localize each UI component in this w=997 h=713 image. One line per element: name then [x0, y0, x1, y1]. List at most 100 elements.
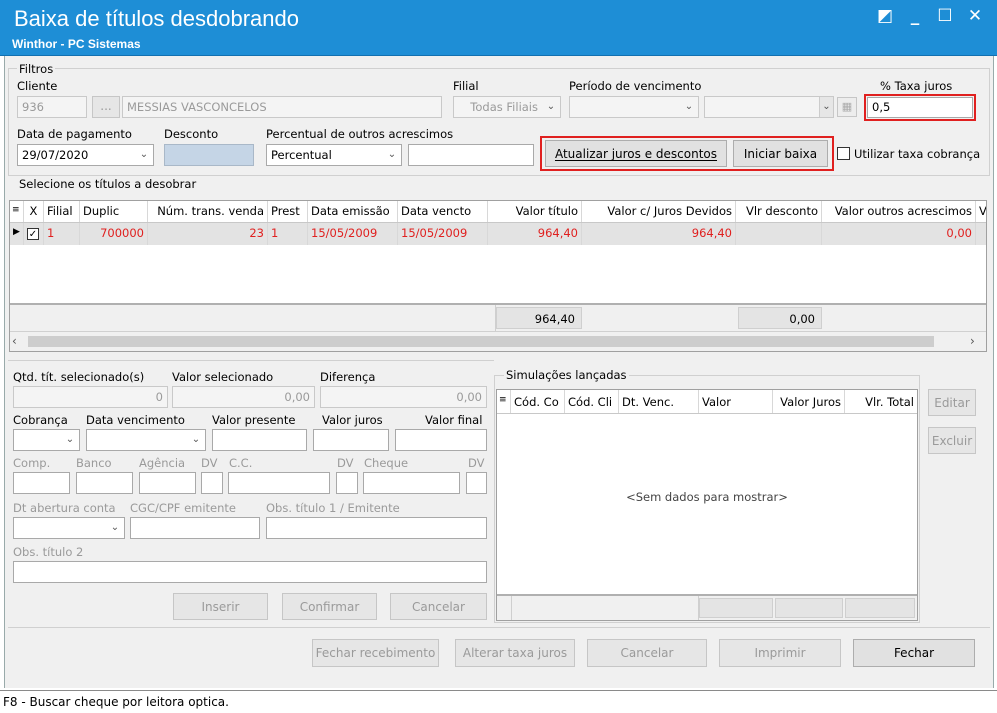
- dv2-field[interactable]: [336, 472, 358, 494]
- cancelar-button[interactable]: Cancelar: [587, 639, 707, 667]
- cc-field[interactable]: [228, 472, 330, 494]
- simulacoes-grid-header: ≡ Cód. Co Cód. Cli Dt. Venc. Valor Valor…: [497, 390, 917, 414]
- cancelar-detail-button[interactable]: Cancelar: [390, 593, 487, 620]
- diferenca-field[interactable]: 0,00: [320, 386, 487, 408]
- minimize-button[interactable]: _: [900, 6, 930, 26]
- status-bar: F8 - Buscar cheque por leitora optica.: [0, 690, 997, 713]
- maximize-button[interactable]: ☐: [930, 6, 960, 26]
- obs1-field[interactable]: [266, 517, 487, 539]
- horizontal-scrollbar[interactable]: ‹ ›: [10, 331, 986, 351]
- footer-cell: [775, 598, 843, 618]
- col-vlr-desconto[interactable]: Vlr desconto: [736, 201, 822, 222]
- valor-juros-label: Valor juros: [322, 413, 383, 427]
- row-checkbox[interactable]: ✓: [24, 223, 44, 245]
- dv-field[interactable]: [201, 472, 223, 494]
- table-row[interactable]: ▶ ✓ 1 700000 23 1 15/05/2009 15/05/2009 …: [10, 223, 986, 245]
- atualizar-juros-button[interactable]: Atualizar juros e descontos: [545, 140, 727, 167]
- col-duplic[interactable]: Duplic: [80, 201, 148, 222]
- cliente-name-field[interactable]: MESSIAS VASCONCELOS: [122, 96, 442, 118]
- iniciar-baixa-button[interactable]: Iniciar baixa: [733, 140, 828, 167]
- col-vlr-total[interactable]: Vlr. Total: [845, 390, 917, 413]
- footer-total-desconto: 0,00: [738, 307, 822, 329]
- dv2-label: DV: [337, 456, 354, 470]
- titulos-grid-footer: 964,40 0,00: [10, 303, 986, 331]
- col-cod-cli[interactable]: Cód. Cli: [565, 390, 619, 413]
- desconto-label: Desconto: [164, 127, 219, 141]
- agencia-field[interactable]: [139, 472, 196, 494]
- restore-icon[interactable]: ◩: [870, 6, 900, 26]
- valor-final-field[interactable]: [395, 429, 487, 451]
- col-num-trans[interactable]: Núm. trans. venda: [148, 201, 268, 222]
- scrollbar-thumb[interactable]: [28, 336, 934, 347]
- titulos-group-label: Selecione os títulos a desobrar: [17, 177, 199, 191]
- cgc-label: CGC/CPF emitente: [130, 501, 237, 515]
- col-valor[interactable]: Valor: [699, 390, 773, 413]
- col-valor-juros[interactable]: Valor c/ Juros Devidos: [582, 201, 736, 222]
- col-valor-outros[interactable]: Valor outros acrescimos: [822, 201, 976, 222]
- valor-presente-field[interactable]: [212, 429, 307, 451]
- col-dt-venc[interactable]: Dt. Venc.: [619, 390, 699, 413]
- banco-field[interactable]: [76, 472, 133, 494]
- row-indicator-icon: ▶: [10, 223, 24, 245]
- col-data-vencto[interactable]: Data vencto: [398, 201, 488, 222]
- col-valor-juros-sim[interactable]: Valor Juros: [773, 390, 845, 413]
- obs2-field[interactable]: [13, 561, 487, 583]
- valor-presente-label: Valor presente: [212, 413, 296, 427]
- data-pagamento-field[interactable]: 29/07/2020 ⌄: [17, 144, 154, 166]
- fechar-button[interactable]: Fechar: [853, 639, 975, 667]
- valor-sel-field[interactable]: 0,00: [172, 386, 315, 408]
- inserir-button[interactable]: Inserir: [173, 593, 268, 620]
- perc-outros-input[interactable]: [408, 144, 534, 166]
- checkmark-icon[interactable]: ✓: [27, 228, 39, 240]
- periodo-start-field[interactable]: ⌄: [569, 96, 699, 118]
- cheque-field[interactable]: [363, 472, 460, 494]
- fechar-recebimento-button[interactable]: Fechar recebimento: [312, 639, 439, 667]
- valor-juros-field[interactable]: [313, 429, 389, 451]
- agencia-label: Agência: [139, 456, 186, 470]
- filial-select[interactable]: Todas Filiais ⌄: [453, 96, 561, 118]
- dv3-label: DV: [468, 456, 485, 470]
- desconto-field[interactable]: [164, 144, 254, 166]
- perc-outros-label: Percentual de outros acrescimos: [266, 127, 454, 141]
- periodo-end-field[interactable]: ⌄: [704, 96, 834, 118]
- imprimir-button[interactable]: Imprimir: [719, 639, 841, 667]
- cliente-code-field[interactable]: 936: [17, 96, 87, 118]
- cgc-field[interactable]: [130, 517, 260, 539]
- cobranca-select[interactable]: ⌄: [13, 429, 80, 451]
- dt-abertura-field[interactable]: ⌄: [13, 517, 125, 539]
- comp-field[interactable]: [13, 472, 70, 494]
- grid-menu-icon[interactable]: ≡: [497, 390, 511, 413]
- window-subtitle: Winthor - PC Sistemas: [12, 37, 141, 51]
- chevron-right-icon[interactable]: ›: [970, 334, 982, 348]
- comp-label: Comp.: [13, 456, 51, 470]
- data-venc-field[interactable]: ⌄: [86, 429, 206, 451]
- taxa-juros-input[interactable]: 0,5: [867, 97, 973, 118]
- col-cod-co[interactable]: Cód. Co: [511, 390, 565, 413]
- excluir-button[interactable]: Excluir: [928, 427, 976, 454]
- grid-menu-icon[interactable]: ≡: [10, 201, 24, 222]
- dv3-field[interactable]: [466, 472, 487, 494]
- utilizar-taxa-checkbox[interactable]: [837, 147, 850, 160]
- confirmar-button[interactable]: Confirmar: [282, 593, 377, 620]
- col-x[interactable]: X: [24, 201, 44, 222]
- close-button[interactable]: ✕: [960, 6, 990, 26]
- banco-label: Banco: [76, 456, 112, 470]
- cliente-search-button[interactable]: ...: [92, 96, 120, 118]
- col-prest[interactable]: Prest: [268, 201, 308, 222]
- col-extra[interactable]: V: [976, 201, 986, 222]
- row-num-trans: 23: [148, 223, 268, 245]
- cheque-label: Cheque: [364, 456, 409, 470]
- editar-button[interactable]: Editar: [928, 389, 976, 416]
- col-filial[interactable]: Filial: [44, 201, 80, 222]
- col-valor-titulo[interactable]: Valor título: [488, 201, 582, 222]
- periodo-label: Período de vencimento: [569, 79, 702, 93]
- col-data-emissao[interactable]: Data emissão: [308, 201, 398, 222]
- chevron-left-icon[interactable]: ‹: [12, 334, 24, 348]
- dt-abertura-label: Dt abertura conta: [13, 501, 116, 515]
- alterar-taxa-button[interactable]: Alterar taxa juros: [455, 639, 575, 667]
- calendar-icon[interactable]: ▦: [837, 97, 857, 117]
- dv-label: DV: [201, 456, 218, 470]
- row-data-emissao: 15/05/2009: [308, 223, 398, 245]
- qtd-field[interactable]: 0: [13, 386, 168, 408]
- perc-outros-select[interactable]: Percentual ⌄: [266, 144, 402, 166]
